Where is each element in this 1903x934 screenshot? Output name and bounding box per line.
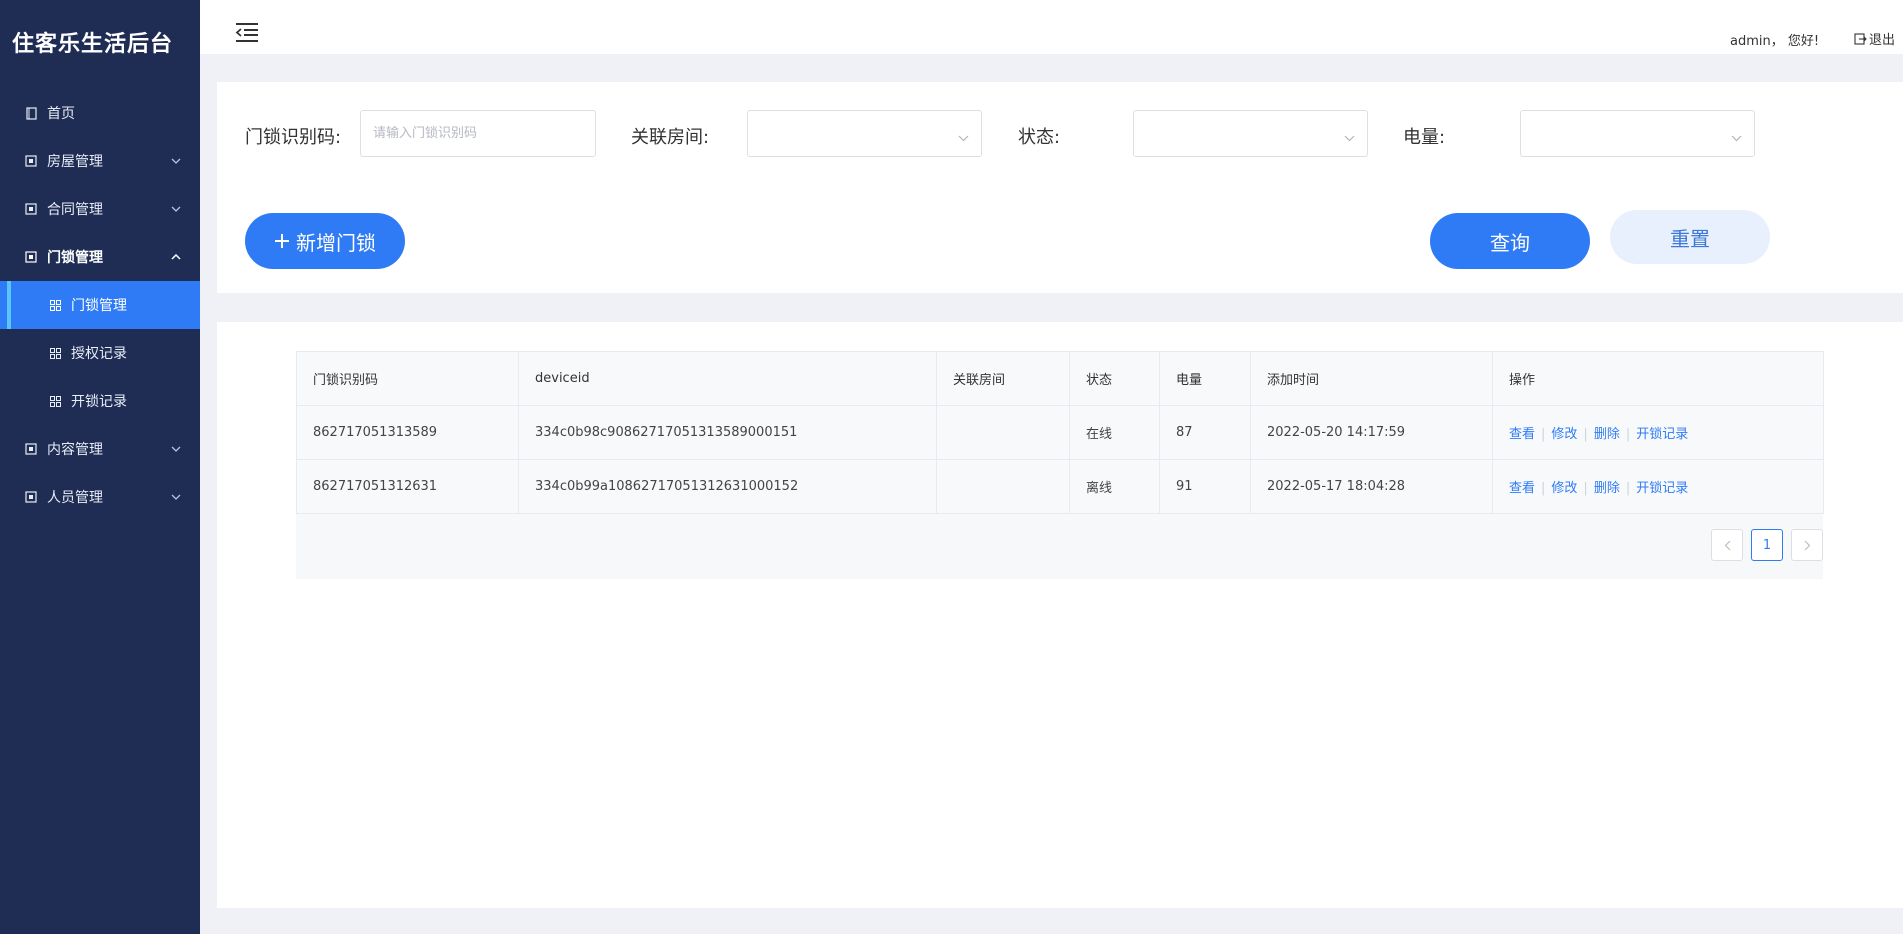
- sidebar-item-home[interactable]: 首页: [0, 89, 200, 137]
- query-button[interactable]: 查询: [1430, 213, 1590, 269]
- user-greeting: admin， 您好!: [1730, 34, 1820, 49]
- cell-battery: 87: [1159, 405, 1251, 460]
- delete-link[interactable]: 删除: [1594, 481, 1620, 496]
- edit-link[interactable]: 修改: [1551, 427, 1577, 442]
- add-lock-button[interactable]: 新增门锁: [245, 213, 405, 269]
- table-row: 862717051312631 334c0b99a108627170513126…: [296, 459, 1824, 514]
- sidebar-item-label: 人员管理: [47, 490, 103, 506]
- chevron-up-icon: [170, 254, 182, 260]
- grid-icon: [49, 299, 61, 311]
- room-select[interactable]: [747, 110, 982, 157]
- table-container: 门锁识别码 deviceid 关联房间 状态 电量 添加时间 操作 862717…: [296, 351, 1824, 579]
- col-header: deviceid: [518, 351, 937, 406]
- cell-actions: 查看 | 修改 | 删除 | 开锁记录: [1492, 459, 1824, 514]
- sidebar-subitem-lock-manage[interactable]: 门锁管理: [0, 281, 200, 329]
- next-page-button[interactable]: [1791, 529, 1823, 561]
- sidebar-item-label: 内容管理: [47, 442, 103, 458]
- delete-link[interactable]: 删除: [1594, 427, 1620, 442]
- cell-code: 862717051313589: [296, 405, 519, 460]
- sidebar-item-lock[interactable]: 门锁管理: [0, 233, 200, 281]
- status-label: 状态:: [1018, 127, 1061, 148]
- app-title: 住客乐生活后台: [12, 31, 174, 57]
- sidebar-subitem-auth-records[interactable]: 授权记录: [0, 329, 200, 377]
- cell-code: 862717051312631: [296, 459, 519, 514]
- battery-select[interactable]: [1520, 110, 1755, 157]
- chevron-down-icon: [958, 127, 969, 146]
- sidebar-item-label: 房屋管理: [47, 154, 103, 170]
- menu-collapse-icon[interactable]: [235, 22, 259, 42]
- cell-actions: 查看 | 修改 | 删除 | 开锁记录: [1492, 405, 1824, 460]
- top-header: admin， 您好! 退出: [200, 0, 1903, 54]
- sidebar-subitem-label: 门锁管理: [71, 298, 127, 314]
- view-link[interactable]: 查看: [1509, 427, 1535, 442]
- col-header: 电量: [1159, 351, 1251, 406]
- col-header: 操作: [1492, 351, 1824, 406]
- table-header-row: 门锁识别码 deviceid 关联房间 状态 电量 添加时间 操作: [296, 351, 1824, 406]
- table-panel: 门锁识别码 deviceid 关联房间 状态 电量 添加时间 操作 862717…: [217, 322, 1903, 908]
- sidebar-item-label: 首页: [47, 106, 75, 122]
- filter-panel: 门锁识别码: 关联房间: 状态: 电量: 新增门锁 查询 重置: [217, 82, 1903, 293]
- chevron-down-icon: [170, 446, 182, 452]
- sidebar-item-contract[interactable]: 合同管理: [0, 185, 200, 233]
- table-row: 862717051313589 334c0b98c908627170513135…: [296, 405, 1824, 460]
- add-lock-label: 新增门锁: [296, 230, 376, 255]
- lock-code-input[interactable]: [360, 110, 596, 157]
- grid-icon: [49, 395, 61, 407]
- sidebar-subitem-label: 授权记录: [71, 346, 127, 362]
- cell-room: [936, 405, 1070, 460]
- chevron-right-icon: [1804, 540, 1810, 550]
- chevron-down-icon: [170, 158, 182, 164]
- status-select[interactable]: [1133, 110, 1368, 157]
- cell-added-time: 2022-05-20 14:17:59: [1250, 405, 1493, 460]
- col-header: 门锁识别码: [296, 351, 519, 406]
- edit-link[interactable]: 修改: [1551, 481, 1577, 496]
- cell-deviceid: 334c0b98c90862717051313589000151: [518, 405, 937, 460]
- chevron-down-icon: [1344, 127, 1355, 146]
- cell-deviceid: 334c0b99a10862717051312631000152: [518, 459, 937, 514]
- lock-table: 门锁识别码 deviceid 关联房间 状态 电量 添加时间 操作 862717…: [296, 351, 1824, 514]
- sidebar-item-housing[interactable]: 房屋管理: [0, 137, 200, 185]
- lock-code-label: 门锁识别码:: [245, 127, 342, 148]
- sidebar-subitem-unlock-records[interactable]: 开锁记录: [0, 377, 200, 425]
- page-number-button[interactable]: 1: [1751, 529, 1783, 561]
- sidebar-item-personnel[interactable]: 人员管理: [0, 473, 200, 521]
- cell-status: 离线: [1069, 459, 1160, 514]
- logout-icon: [1854, 32, 1867, 45]
- chevron-down-icon: [170, 494, 182, 500]
- grid-icon: [49, 347, 61, 359]
- frame-icon: [25, 203, 37, 215]
- frame-icon: [25, 491, 37, 503]
- cell-status: 在线: [1069, 405, 1160, 460]
- cell-added-time: 2022-05-17 18:04:28: [1250, 459, 1493, 514]
- reset-button[interactable]: 重置: [1610, 210, 1770, 264]
- frame-icon: [25, 155, 37, 167]
- sidebar-item-label: 门锁管理: [47, 250, 103, 266]
- battery-label: 电量:: [1403, 127, 1446, 148]
- logout-label: 退出: [1869, 33, 1896, 48]
- frame-icon: [25, 443, 37, 455]
- chevron-down-icon: [170, 206, 182, 212]
- pagination: 1: [1703, 529, 1823, 561]
- col-header: 关联房间: [936, 351, 1070, 406]
- col-header: 添加时间: [1250, 351, 1493, 406]
- sidebar-item-label: 合同管理: [47, 202, 103, 218]
- sidebar-item-content[interactable]: 内容管理: [0, 425, 200, 473]
- unlock-records-link[interactable]: 开锁记录: [1636, 481, 1688, 496]
- cell-battery: 91: [1159, 459, 1251, 514]
- chevron-left-icon: [1724, 540, 1730, 550]
- sidebar: 住客乐生活后台 首页 房屋管理 合同管理 门锁管理 门锁管理 授权记录 开锁记录…: [0, 0, 200, 934]
- unlock-records-link[interactable]: 开锁记录: [1636, 427, 1688, 442]
- doc-icon: [25, 106, 37, 120]
- prev-page-button[interactable]: [1711, 529, 1743, 561]
- logout-button[interactable]: 退出: [1854, 29, 1895, 48]
- col-header: 状态: [1069, 351, 1160, 406]
- room-label: 关联房间:: [631, 127, 710, 148]
- cell-room: [936, 459, 1070, 514]
- plus-icon: [274, 233, 290, 249]
- sidebar-subitem-label: 开锁记录: [71, 394, 127, 410]
- view-link[interactable]: 查看: [1509, 481, 1535, 496]
- frame-icon: [25, 251, 37, 263]
- chevron-down-icon: [1731, 127, 1742, 146]
